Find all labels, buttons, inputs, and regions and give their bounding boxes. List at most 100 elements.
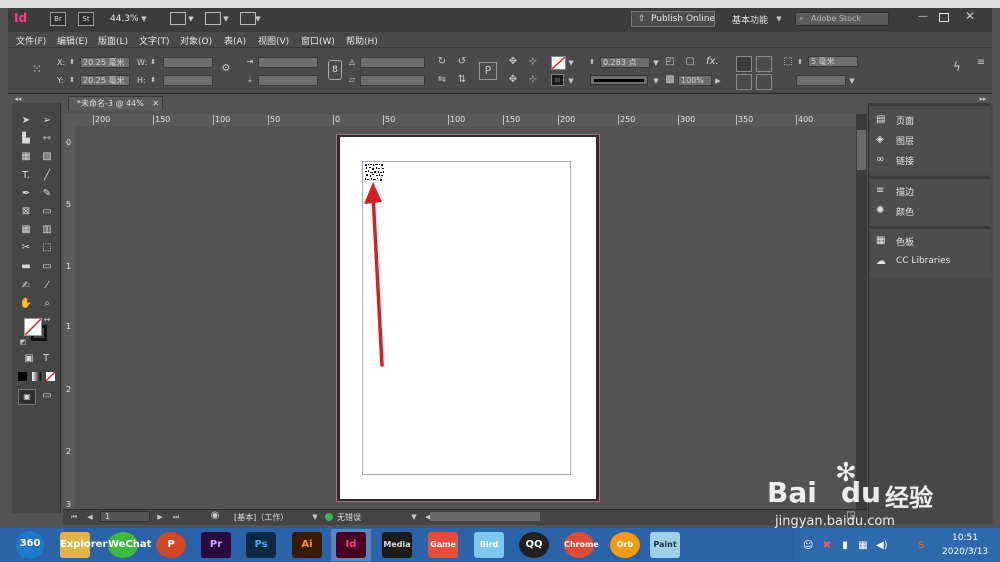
menu-layout[interactable]: 版面(L): [98, 34, 128, 47]
adobe-stock-search[interactable]: ⌕ Adobe Stock: [795, 12, 889, 26]
zoom-tool-icon[interactable]: ⌕: [39, 297, 55, 311]
hand-tool-icon[interactable]: ✋: [18, 297, 34, 311]
minimize-icon[interactable]: —: [916, 12, 930, 22]
menu-file[interactable]: 文件(F): [16, 34, 46, 47]
stroke-type-select[interactable]: [590, 75, 648, 85]
panel-menu-icon[interactable]: ≡: [976, 58, 986, 68]
rectangle-frame-tool-icon[interactable]: ⊠: [18, 205, 34, 219]
orb-app-icon[interactable]: Orb: [610, 532, 640, 558]
text-wrap-bbox-icon[interactable]: [756, 56, 772, 72]
direct-selection-tool-icon[interactable]: ➢: [39, 114, 55, 128]
align-right-icon[interactable]: [756, 74, 772, 90]
chevron-down-icon[interactable]: ▼: [567, 76, 575, 86]
chevron-down-icon[interactable]: ▼: [140, 14, 148, 24]
chevron-down-icon[interactable]: ▼: [187, 14, 195, 24]
first-page-icon[interactable]: ⏮: [70, 512, 78, 522]
panel-layers[interactable]: 图层: [896, 134, 914, 147]
menu-type[interactable]: 文字(T): [139, 34, 170, 47]
gradient-feather-tool-icon[interactable]: ▭: [39, 260, 55, 274]
stepper-icon[interactable]: ⬍: [149, 57, 157, 67]
panel-color[interactable]: 颜色: [896, 205, 914, 218]
security-tray-icon[interactable]: ✖: [822, 541, 832, 551]
chevron-down-icon[interactable]: ▼: [652, 58, 660, 68]
quick-apply-icon[interactable]: ϟ: [951, 61, 963, 73]
chevron-down-icon[interactable]: ▼: [254, 14, 262, 24]
open-page-icon[interactable]: ◉: [209, 511, 221, 521]
panel-links[interactable]: 链接: [896, 154, 914, 167]
menu-edit[interactable]: 编辑(E): [57, 34, 88, 47]
vertical-grid-tool-icon[interactable]: ▥: [39, 223, 55, 237]
qq-icon[interactable]: QQ: [519, 532, 549, 558]
network-tray-icon[interactable]: ▦: [858, 541, 868, 551]
workspace-switcher[interactable]: 基本功能: [732, 13, 768, 26]
user-tray-icon[interactable]: ☺: [803, 541, 813, 551]
free-transform-tool-icon[interactable]: ⬚: [39, 241, 55, 255]
indesign-icon[interactable]: Id: [336, 532, 366, 558]
bird-app-icon[interactable]: Bird: [474, 532, 504, 558]
page-tool-icon[interactable]: ▙: [18, 132, 34, 146]
zoom-level[interactable]: 44.3%: [110, 14, 139, 24]
default-colors-icon[interactable]: ◩: [19, 337, 27, 347]
chevron-down-icon[interactable]: ▼: [567, 58, 575, 68]
horizontal-grid-tool-icon[interactable]: ▦: [18, 223, 34, 237]
stroke-weight-field[interactable]: 0.283 点: [600, 57, 650, 68]
align-left-icon[interactable]: [736, 74, 752, 90]
vertical-scrollbar[interactable]: [856, 114, 867, 509]
publish-online-button[interactable]: ⇪ Publish Online: [631, 11, 715, 27]
preview-mode-icon[interactable]: ▭: [39, 389, 55, 403]
chevron-down-icon[interactable]: ▼: [652, 76, 660, 86]
pen-tool-icon[interactable]: ✒: [18, 187, 34, 201]
formatting-text-icon[interactable]: T: [38, 352, 54, 366]
paragraph-p-icon[interactable]: P: [479, 62, 497, 80]
chevron-down-icon[interactable]: ▼: [222, 14, 230, 24]
menu-table[interactable]: 表(A): [224, 34, 246, 47]
chevron-down-icon[interactable]: ▼: [410, 512, 418, 522]
menu-help[interactable]: 帮助(H): [346, 34, 378, 47]
shear-field[interactable]: [360, 75, 425, 86]
master-label[interactable]: [基本]（工作）: [234, 512, 288, 523]
battery-tray-icon[interactable]: ▮: [840, 541, 850, 551]
chevron-down-icon[interactable]: ▼: [775, 14, 783, 24]
menu-object[interactable]: 对象(O): [180, 34, 212, 47]
stepper-icon[interactable]: ⬍: [149, 75, 157, 85]
drop-shadow-icon[interactable]: ◰: [664, 57, 676, 67]
scissors-tool-icon[interactable]: ✂: [18, 241, 34, 255]
paint-app-icon[interactable]: Paint: [650, 532, 680, 558]
shadow-toggle-icon[interactable]: ▢: [684, 57, 696, 67]
constrain-proportions-icon[interactable]: ⚙: [219, 64, 233, 74]
select-container-icon[interactable]: ✥: [507, 57, 519, 67]
line-tool-icon[interactable]: ╱: [39, 169, 55, 183]
gradient-swatch-tool-icon[interactable]: ▬: [18, 260, 34, 274]
select-prev-icon[interactable]: ✥: [507, 75, 519, 85]
360-browser-icon[interactable]: 360: [16, 531, 44, 559]
file-explorer-icon[interactable]: Explorer: [60, 532, 107, 558]
fill-none-swatch[interactable]: [551, 56, 566, 70]
page-number-field[interactable]: 1: [100, 511, 150, 522]
close-tab-icon[interactable]: ✕: [152, 99, 159, 108]
restore-icon[interactable]: [939, 13, 949, 22]
type-tool-icon[interactable]: T.: [18, 169, 34, 183]
reference-point-icon[interactable]: ⁙: [30, 63, 44, 75]
apply-none-icon[interactable]: [46, 372, 55, 381]
content-placer-icon[interactable]: ▧: [39, 150, 55, 164]
view-options-icon[interactable]: [170, 12, 186, 25]
apply-color-icon[interactable]: [18, 372, 27, 381]
preflight-status[interactable]: 无错误: [337, 512, 361, 523]
opacity-field[interactable]: 100%: [678, 75, 712, 86]
rotation-field[interactable]: [360, 57, 425, 68]
stepper-icon[interactable]: ⬍: [588, 57, 596, 67]
scale-y-field[interactable]: [258, 75, 318, 86]
close-icon[interactable]: ✕: [963, 10, 977, 22]
input-method-icon[interactable]: S: [916, 541, 926, 551]
stepper-icon[interactable]: ⬍: [68, 75, 76, 85]
link-scale-icon[interactable]: 8: [328, 60, 342, 80]
eyedropper-tool-icon[interactable]: ⁄: [39, 279, 55, 293]
y-position-field[interactable]: 20.25 毫米: [80, 75, 130, 86]
powerpoint-icon[interactable]: P: [156, 532, 186, 558]
illustrator-icon[interactable]: Ai: [292, 532, 322, 558]
rotate-ccw-icon[interactable]: ↺: [456, 57, 468, 67]
flip-v-icon[interactable]: ⇅: [456, 75, 468, 85]
fill-color-icon[interactable]: [24, 318, 42, 336]
horizontal-scrollbar-thumb[interactable]: [430, 512, 540, 521]
game-icon[interactable]: Game: [428, 532, 458, 558]
